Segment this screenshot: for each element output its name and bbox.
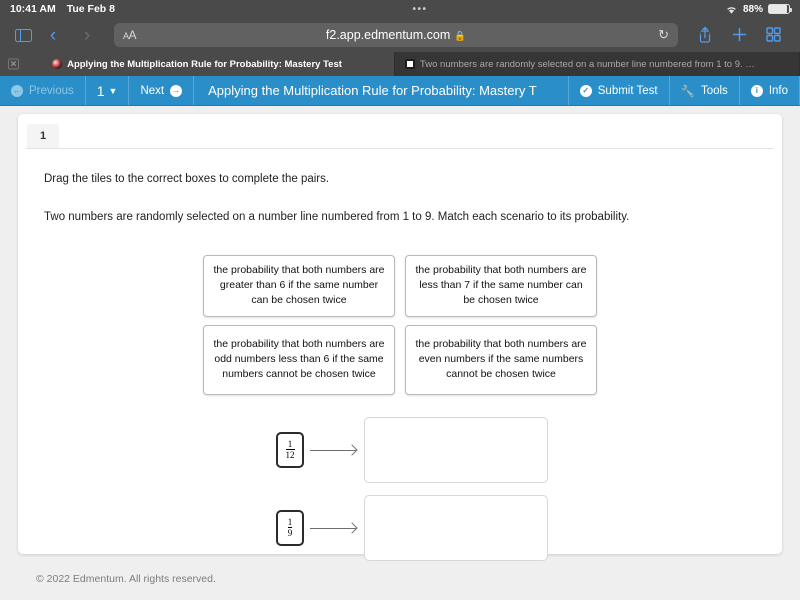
- status-dots: •••: [412, 3, 428, 15]
- sidebar-toggle-icon: [14, 28, 32, 42]
- share-icon: [699, 26, 711, 43]
- tab-strip: ✕ Applying the Multiplication Rule for P…: [0, 52, 800, 76]
- check-circle-icon: ✓: [579, 84, 592, 97]
- assessment-title: Applying the Multiplication Rule for Pro…: [194, 76, 569, 105]
- page-background: 1 Drag the tiles to the correct boxes to…: [0, 106, 800, 600]
- pair-row: 1 9: [44, 494, 756, 561]
- pair-list: 1 12 1 9: [44, 416, 756, 561]
- chevron-right-icon: ›: [83, 24, 91, 46]
- tools-button[interactable]: 🔧 Tools: [670, 76, 740, 105]
- question-tab[interactable]: 1: [27, 124, 60, 148]
- back-button[interactable]: ‹: [36, 26, 70, 45]
- drop-target[interactable]: [364, 416, 548, 483]
- page-number: 1: [96, 82, 105, 99]
- chevron-left-icon: ‹: [49, 24, 57, 46]
- status-bar-left: 10:41 AM Tue Feb 8: [10, 3, 115, 15]
- status-date: Tue Feb 8: [66, 3, 115, 15]
- arrow-right-icon: [304, 444, 364, 456]
- address-bar[interactable]: AA f2.app.edmentum.com 🔒 ↻: [114, 23, 678, 47]
- previous-button[interactable]: ← Previous: [0, 76, 86, 105]
- drag-instruction: Drag the tiles to the correct boxes to c…: [44, 173, 330, 185]
- new-tab-button[interactable]: [722, 26, 756, 44]
- status-bar-center: •••: [115, 4, 725, 15]
- page-number-selector[interactable]: 1 ▼: [86, 76, 130, 105]
- question-card: 1 Drag the tiles to the correct boxes to…: [18, 114, 782, 561]
- arrow-right-icon: [304, 522, 364, 534]
- sidebar-toggle-button[interactable]: [10, 28, 36, 42]
- toolbar-actions: ✓ Submit Test 🔧 Tools i Info: [569, 76, 800, 105]
- edmentum-toolbar: ← Previous 1 ▼ Next → Applying the Multi…: [0, 76, 800, 106]
- submit-test-label: Submit Test: [597, 84, 658, 97]
- assessment-title-text: Applying the Multiplication Rule for Pro…: [208, 83, 537, 98]
- pair-row: 1 12: [44, 416, 756, 483]
- lock-icon: 🔒: [454, 31, 467, 42]
- info-circle-icon: i: [750, 84, 763, 97]
- fraction-numerator: 1: [287, 438, 293, 449]
- edmentum-favicon: [52, 59, 63, 69]
- fraction-numerator: 1: [287, 516, 293, 527]
- draggable-tile[interactable]: the probability that both numbers are gr…: [203, 254, 395, 317]
- next-label: Next: [140, 84, 165, 97]
- wrench-icon: 🔧: [680, 85, 695, 98]
- plus-icon: [732, 28, 746, 42]
- battery-icon: [768, 4, 792, 14]
- tools-label: Tools: [700, 84, 728, 97]
- status-time: 10:41 AM: [10, 3, 56, 15]
- ios-status-bar: 10:41 AM Tue Feb 8 ••• 88%: [0, 0, 800, 18]
- tab-label: Applying the Multiplication Rule for Pro…: [67, 58, 342, 70]
- tile-row: the probability that both numbers are gr…: [203, 254, 597, 317]
- fraction-tile: 1 9: [276, 509, 304, 546]
- fraction-denominator: 9: [287, 527, 293, 538]
- browser-tab-inactive[interactable]: Two numbers are randomly selected on a n…: [395, 52, 800, 76]
- status-bar-right: 88%: [725, 3, 792, 15]
- wifi-icon: [725, 4, 738, 14]
- fraction-denominator: 12: [285, 449, 295, 460]
- tile-bank: the probability that both numbers are gr…: [44, 254, 756, 395]
- tab-overview-button[interactable]: [756, 26, 790, 44]
- arrow-right-circle-icon: →: [170, 84, 183, 97]
- share-button[interactable]: [688, 26, 722, 44]
- previous-label: Previous: [29, 84, 74, 97]
- battery-percent-label: 88%: [742, 3, 763, 15]
- next-button[interactable]: Next →: [129, 76, 195, 105]
- url-text-wrap: f2.app.edmentum.com 🔒: [114, 28, 678, 42]
- info-label: Info: [768, 84, 788, 97]
- draggable-tile[interactable]: the probability that both numbers are ev…: [405, 324, 597, 395]
- tab-label: Two numbers are randomly selected on a n…: [420, 58, 760, 70]
- question-prompt: Two numbers are randomly selected on a n…: [44, 211, 630, 224]
- fraction: 1 9: [287, 516, 293, 538]
- chevron-down-icon: ▼: [108, 85, 118, 96]
- reload-icon[interactable]: ↻: [658, 27, 669, 43]
- tile-row: the probability that both numbers are od…: [203, 324, 597, 395]
- safari-toolbar: ‹ › AA f2.app.edmentum.com 🔒 ↻: [0, 18, 800, 52]
- question-body: Drag the tiles to the correct boxes to c…: [18, 149, 782, 561]
- document-favicon: [405, 59, 415, 69]
- submit-test-button[interactable]: ✓ Submit Test: [569, 76, 670, 105]
- draggable-tile[interactable]: the probability that both numbers are le…: [405, 254, 597, 317]
- url-text: f2.app.edmentum.com: [325, 28, 451, 42]
- forward-button[interactable]: ›: [70, 26, 104, 45]
- draggable-tile[interactable]: the probability that both numbers are od…: [203, 324, 395, 395]
- info-button[interactable]: i Info: [740, 76, 800, 105]
- browser-tab-active[interactable]: ✕ Applying the Multiplication Rule for P…: [0, 52, 395, 76]
- tab-overview-icon: [765, 27, 781, 42]
- close-icon[interactable]: ✕: [8, 58, 19, 70]
- fraction: 1 12: [285, 438, 295, 460]
- arrow-left-circle-icon: ←: [11, 84, 23, 97]
- fraction-tile: 1 12: [276, 431, 304, 468]
- drop-target[interactable]: [364, 494, 548, 561]
